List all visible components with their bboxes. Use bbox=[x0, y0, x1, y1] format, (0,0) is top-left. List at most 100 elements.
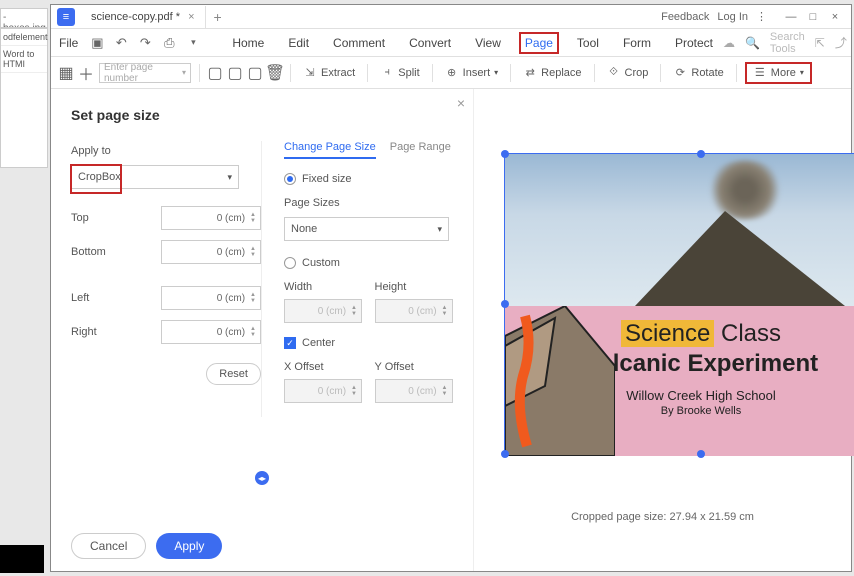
apply-to-label: Apply to bbox=[71, 145, 261, 157]
menu-edit[interactable]: Edit bbox=[282, 32, 315, 54]
crop-frame[interactable]: Science Class Volcanic Experiment Willow… bbox=[504, 153, 854, 455]
menu-protect[interactable]: Protect bbox=[669, 32, 719, 54]
crop-handle-bl[interactable] bbox=[501, 450, 509, 458]
bottom-label: Bottom bbox=[71, 246, 106, 258]
yoffset-label: Y Offset bbox=[375, 361, 454, 373]
crop-button[interactable]: ⟐Crop bbox=[603, 63, 653, 83]
tab-page-range[interactable]: Page Range bbox=[390, 141, 451, 159]
menu-view[interactable]: View bbox=[469, 32, 507, 54]
app-icon: ≡ bbox=[57, 8, 75, 26]
resize-handle-icon[interactable]: ◂▸ bbox=[255, 471, 269, 485]
page-sizes-select[interactable]: None▾ bbox=[284, 217, 449, 241]
crop-handle-t[interactable] bbox=[697, 150, 705, 158]
ribbon: ▦ ＋ Enter page number▾ ▢ ▢ ▢ 🗑 ⇲Extract … bbox=[51, 57, 851, 89]
menu-icon: ☰ bbox=[753, 66, 767, 80]
center-checkbox[interactable]: ✓ Center bbox=[284, 337, 453, 349]
reset-button[interactable]: Reset bbox=[206, 363, 261, 385]
menu-page[interactable]: Page bbox=[519, 32, 559, 54]
menubar: File ▣ ↶ ↷ ⎙ ▾ Home Edit Comment Convert… bbox=[51, 29, 851, 57]
menu-form[interactable]: Form bbox=[617, 32, 657, 54]
background-sidebar: odfelement Word to HTMI bbox=[0, 28, 48, 168]
box-3-icon[interactable]: ▢ bbox=[248, 66, 262, 80]
file-menu[interactable]: File bbox=[59, 36, 78, 50]
undo-icon[interactable]: ↶ bbox=[112, 34, 130, 52]
rotate-button[interactable]: ⟳Rotate bbox=[669, 63, 727, 83]
xoffset-label: X Offset bbox=[284, 361, 363, 373]
xoffset-input: 0 (cm)▲▼ bbox=[284, 379, 362, 403]
maximize-button[interactable]: □ bbox=[803, 8, 823, 26]
close-window-button[interactable]: × bbox=[825, 8, 845, 26]
fixed-size-radio[interactable]: Fixed size bbox=[284, 173, 453, 185]
document-tab[interactable]: science-copy.pdf * × bbox=[81, 6, 206, 28]
close-panel-icon[interactable]: × bbox=[457, 95, 465, 111]
print-icon[interactable]: ⎙ bbox=[160, 34, 178, 52]
cancel-button[interactable]: Cancel bbox=[71, 533, 146, 559]
replace-button[interactable]: ⇄Replace bbox=[519, 63, 585, 83]
trash-icon[interactable]: 🗑 bbox=[268, 66, 282, 80]
redo-icon[interactable]: ↷ bbox=[136, 34, 154, 52]
right-label: Right bbox=[71, 326, 97, 338]
extract-icon: ⇲ bbox=[303, 66, 317, 80]
add-page-icon[interactable]: ＋ bbox=[79, 66, 93, 80]
extract-button[interactable]: ⇲Extract bbox=[299, 63, 359, 83]
share-icon[interactable]: ⤴ bbox=[835, 34, 847, 51]
custom-radio[interactable]: Custom bbox=[284, 257, 453, 269]
crop-handle-l[interactable] bbox=[501, 300, 509, 308]
add-tab-button[interactable]: + bbox=[206, 9, 230, 25]
height-label: Height bbox=[375, 281, 454, 293]
replace-icon: ⇄ bbox=[523, 66, 537, 80]
bottom-input[interactable]: 0 (cm)▲▼ bbox=[161, 240, 261, 264]
background-tab: -boxes.jpg (8 bbox=[0, 8, 48, 28]
close-tab-icon[interactable]: × bbox=[188, 11, 194, 23]
volcano-diagram-icon bbox=[505, 306, 615, 456]
preview-area: Science Class Volcanic Experiment Willow… bbox=[474, 89, 851, 571]
rotate-icon: ⟳ bbox=[673, 66, 687, 80]
tab-title: science-copy.pdf * bbox=[91, 11, 180, 23]
doc-title-line1: Science Class bbox=[621, 320, 781, 348]
cloud-icon[interactable]: ☁ bbox=[723, 36, 735, 50]
panel-title: Set page size bbox=[71, 107, 453, 123]
menu-comment[interactable]: Comment bbox=[327, 32, 391, 54]
crop-handle-tl[interactable] bbox=[501, 150, 509, 158]
more-button[interactable]: ☰More▾ bbox=[745, 62, 812, 84]
document-lower: Science Class Volcanic Experiment Willow… bbox=[505, 306, 854, 456]
menu-home[interactable]: Home bbox=[226, 32, 270, 54]
split-button[interactable]: ⫞Split bbox=[376, 63, 423, 83]
kebab-icon[interactable]: ⋮ bbox=[756, 10, 767, 23]
box-2-icon[interactable]: ▢ bbox=[228, 66, 242, 80]
insert-icon: ⊕ bbox=[445, 66, 459, 80]
background-taskbar bbox=[0, 545, 44, 573]
yoffset-input: 0 (cm)▲▼ bbox=[375, 379, 453, 403]
split-icon: ⫞ bbox=[380, 66, 394, 80]
chevron-down-icon[interactable]: ▾ bbox=[184, 34, 202, 52]
doc-subtitle2: By Brooke Wells bbox=[661, 405, 742, 417]
menu-tool[interactable]: Tool bbox=[571, 32, 605, 54]
top-input[interactable]: 0 (cm)▲▼ bbox=[161, 206, 261, 230]
tab-change-page-size[interactable]: Change Page Size bbox=[284, 141, 376, 159]
doc-subtitle1: Willow Creek High School bbox=[626, 388, 776, 403]
right-input[interactable]: 0 (cm)▲▼ bbox=[161, 320, 261, 344]
app-window: ≡ science-copy.pdf * × + Feedback Log In… bbox=[50, 4, 852, 572]
minimize-button[interactable]: — bbox=[781, 8, 801, 26]
page-number-input[interactable]: Enter page number▾ bbox=[99, 63, 191, 83]
apply-button[interactable]: Apply bbox=[156, 533, 222, 559]
insert-button[interactable]: ⊕Insert▾ bbox=[441, 63, 503, 83]
box-1-icon[interactable]: ▢ bbox=[208, 66, 222, 80]
open-external-icon[interactable]: ⇱ bbox=[815, 36, 825, 50]
search-icon[interactable]: 🔍 bbox=[745, 36, 760, 50]
apply-to-select[interactable]: CropBox▾ bbox=[71, 165, 239, 189]
left-label: Left bbox=[71, 292, 89, 304]
save-icon[interactable]: ▣ bbox=[88, 34, 106, 52]
checkbox-icon: ✓ bbox=[284, 337, 296, 349]
width-label: Width bbox=[284, 281, 363, 293]
crop-handle-b[interactable] bbox=[697, 450, 705, 458]
feedback-link[interactable]: Feedback bbox=[661, 11, 709, 23]
left-input[interactable]: 0 (cm)▲▼ bbox=[161, 286, 261, 310]
grid-icon[interactable]: ▦ bbox=[59, 66, 73, 80]
menu-convert[interactable]: Convert bbox=[403, 32, 457, 54]
login-link[interactable]: Log In bbox=[717, 11, 748, 23]
titlebar: ≡ science-copy.pdf * × + Feedback Log In… bbox=[51, 5, 851, 29]
height-input: 0 (cm)▲▼ bbox=[375, 299, 453, 323]
search-tools-input[interactable]: Search Tools bbox=[770, 31, 805, 55]
crop-status-text: Cropped page size: 27.94 x 21.59 cm bbox=[474, 511, 851, 523]
